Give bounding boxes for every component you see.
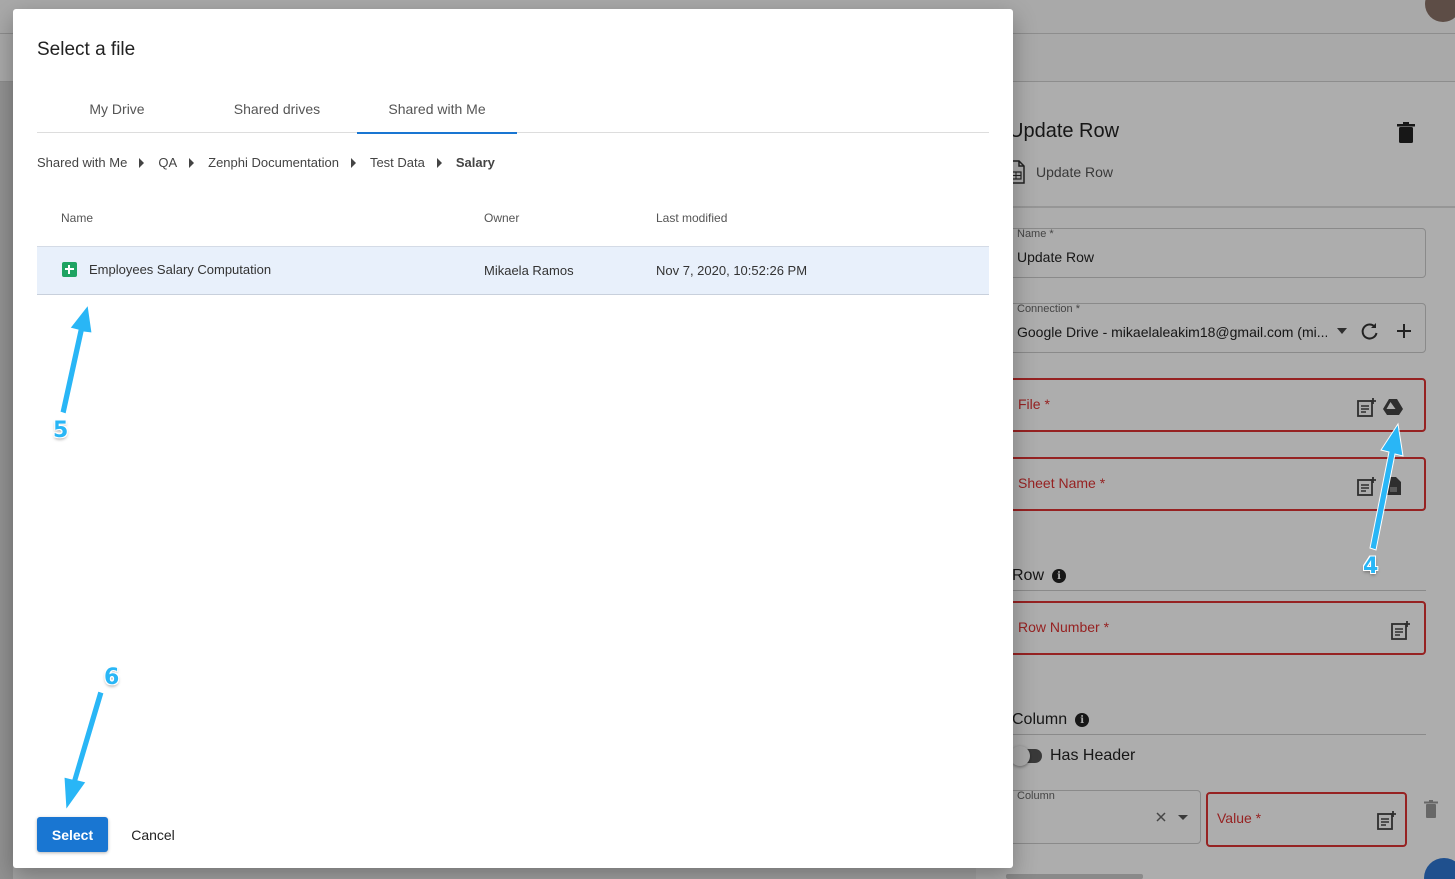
file-name: Employees Salary Computation (89, 262, 272, 277)
breadcrumb-item[interactable]: Zenphi Documentation (208, 155, 339, 170)
google-sheets-icon (62, 262, 77, 277)
breadcrumb-item[interactable]: Shared with Me (37, 155, 127, 170)
table-row[interactable]: Employees Salary Computation Mikaela Ram… (37, 246, 989, 295)
annotation-label: 4 (1363, 554, 1379, 579)
column-header-name[interactable]: Name (61, 211, 93, 225)
breadcrumb-separator-icon (139, 157, 145, 168)
tab-my-drive[interactable]: My Drive (37, 85, 197, 133)
select-file-dialog: Select a file My Drive Shared drives Sha… (13, 9, 1013, 868)
annotation-label: 5 (53, 418, 69, 443)
breadcrumb-item[interactable]: Test Data (370, 155, 425, 170)
breadcrumb-separator-icon (350, 157, 356, 168)
breadcrumb-current: Salary (455, 155, 495, 170)
dialog-title: Select a file (37, 39, 136, 60)
select-button[interactable]: Select (37, 817, 108, 852)
breadcrumb-separator-icon (436, 157, 442, 168)
breadcrumb-item[interactable]: QA (158, 155, 177, 170)
breadcrumb: Shared with Me QA Zenphi Documentation T… (37, 155, 495, 170)
file-modified: Nov 7, 2020, 10:52:26 PM (656, 263, 808, 278)
tab-shared-drives[interactable]: Shared drives (197, 85, 357, 133)
tab-shared-with-me[interactable]: Shared with Me (357, 85, 517, 134)
file-table-header: Name Owner Last modified (37, 197, 989, 247)
annotation-label: 6 (104, 665, 120, 690)
cancel-button[interactable]: Cancel (121, 817, 185, 852)
column-header-modified[interactable]: Last modified (656, 211, 727, 225)
file-owner: Mikaela Ramos (484, 263, 574, 278)
column-header-owner[interactable]: Owner (484, 211, 519, 225)
breadcrumb-separator-icon (189, 157, 195, 168)
drive-tabs: My Drive Shared drives Shared with Me (37, 85, 989, 134)
